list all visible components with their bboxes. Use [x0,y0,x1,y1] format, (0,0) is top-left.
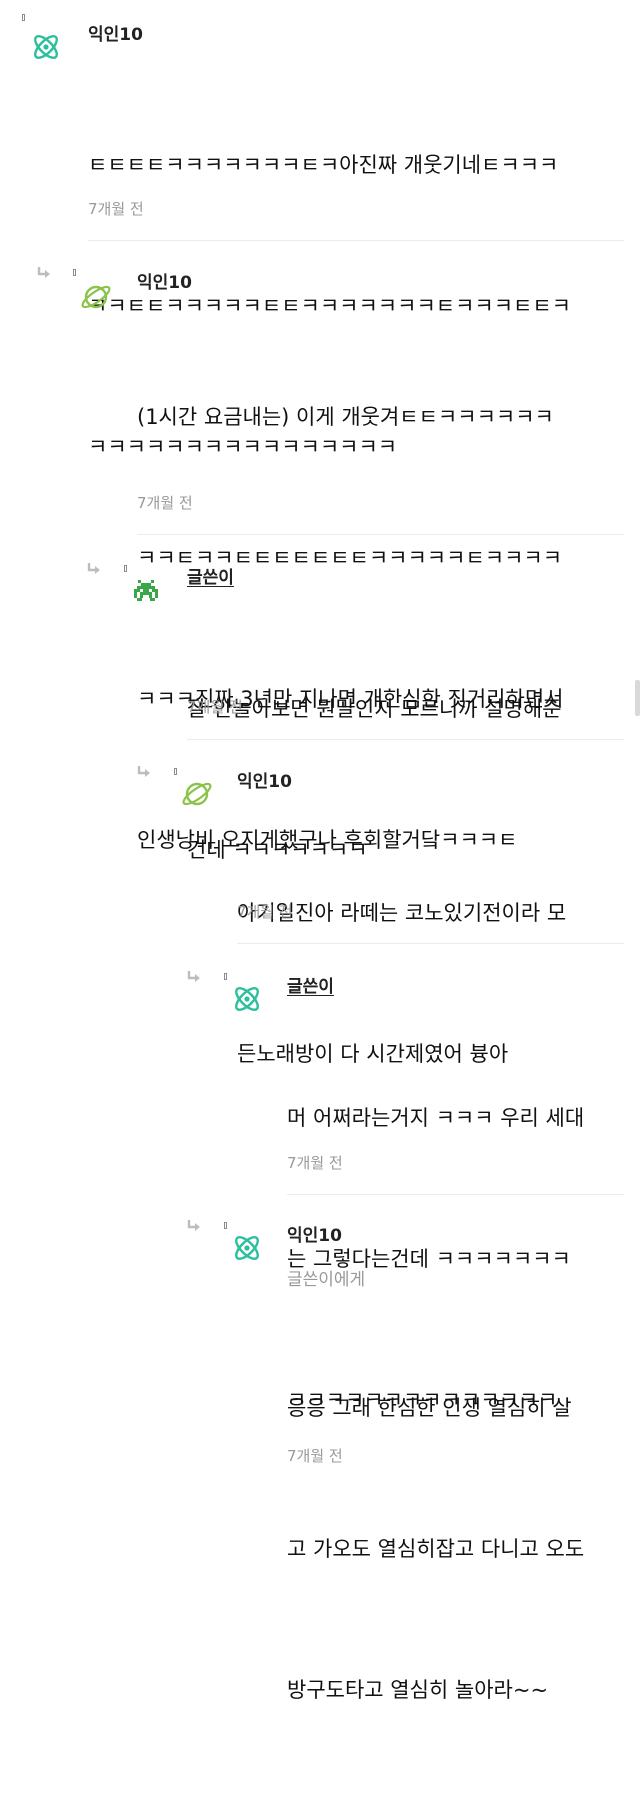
comment-body: 응응 그래 한심한 인생 열심히 살 고 가오도 열심히잡고 다니고 오도 방구… [287,1291,584,1808]
comment-author[interactable]: 익인10 [137,268,192,293]
comment-line: 고 가오도 열심히잡고 다니고 오도 [287,1537,585,1561]
reply-arrow-icon [186,970,202,984]
comment-line: (1시간 요금내는) 이게 개웃겨ㅌㅌㅋㅋㅋㅋㅋㅋ [137,405,554,429]
comment-author[interactable]: 익인10 [88,20,143,45]
comment-item: 익인10 글쓴이에게 응응 그래 한심한 인생 열심히 살 고 가오도 열심히잡… [0,1195,640,1702]
divider [137,534,624,535]
scrollbar-thumb[interactable] [635,680,640,716]
divider [187,739,624,740]
atom-icon [230,1231,264,1265]
comment-line: 잘 안놀아보면 뭔말인지 모르니까 설명해준 [187,697,562,721]
comment-line: 응응 그래 한심한 인생 열심히 살 [287,1396,572,1420]
comment-item: 익인10 (1시간 요금내는) 이게 개웃겨ㅌㅌㅋㅋㅋㅋㅋㅋ ㅋㅋㅌㅋㅋㅌㅌㅌㅌ… [0,242,640,852]
reply-arrow-icon [186,1219,202,1233]
comment-author[interactable]: 익인10 [287,1221,342,1246]
comment-author[interactable]: 글쓴이 [287,972,334,997]
comment-time: 7개월 전 [287,1447,343,1465]
comment-time: 7개월 전 [287,1154,343,1172]
comment-time: 7개월 전 [237,903,293,921]
comment-item: 익인10 ㅌㅌㅌㅌㅋㅋㅋㅋㅋㅋㅋㅌㅋ아진짜 개웃기네ㅌㅋㅋㅋ ㅋㅋㅌㅌㅋㅋㅋㅋㅋ… [0,0,640,459]
reply-arrow-icon [86,562,102,576]
comment-line: ㅌㅌㅌㅌㅋㅋㅋㅋㅋㅋㅋㅌㅋ아진짜 개웃기네ㅌㅋㅋㅋ [88,153,559,177]
comment-item: 글쓴이 잘 안놀아보면 뭔말인지 모르니까 설명해준 건데 ㅋㅋㅋㅋㅋㅋㅋ 7개… [0,536,640,862]
comment-author[interactable]: 익인10 [237,767,292,792]
atom-icon [29,30,63,64]
comment-author[interactable]: 글쓴이 [187,563,234,588]
comment-marker [124,565,127,572]
planet-icon [79,280,113,314]
reply-arrow-icon [136,765,152,779]
planet-icon [180,777,214,811]
comment-time: 7개월 전 [88,200,144,218]
divider [237,943,624,944]
comment-line: 방구도타고 열심히 놀아라~~ [287,1678,549,1702]
mention-target[interactable]: 글쓴이에게 [287,1265,365,1290]
comment-marker [224,1222,227,1229]
comment-marker [22,14,25,21]
atom-icon [230,982,264,1016]
comment-marker [174,768,177,775]
comment-marker [73,269,76,276]
comment-item: 글쓴이 머 어쩌라는거지 ㅋㅋㅋ 우리 세대 는 그렇다는건데 ㅋㅋㅋㅋㅋㅋㅋ … [0,945,640,1412]
space-invader-icon [129,574,163,608]
reply-arrow-icon [36,266,52,280]
comment-marker [224,973,227,980]
comment-time: 7개월 전 [187,698,243,716]
comment-line: 머 어쩌라는거지 ㅋㅋㅋ 우리 세대 [287,1106,585,1130]
comment-time: 7개월 전 [137,494,193,512]
divider [88,240,624,241]
comment-item: 익인10 아기일진아 라떼는 코노있기전이라 모 든노래방이 다 시간제였어 븅… [0,741,640,1066]
